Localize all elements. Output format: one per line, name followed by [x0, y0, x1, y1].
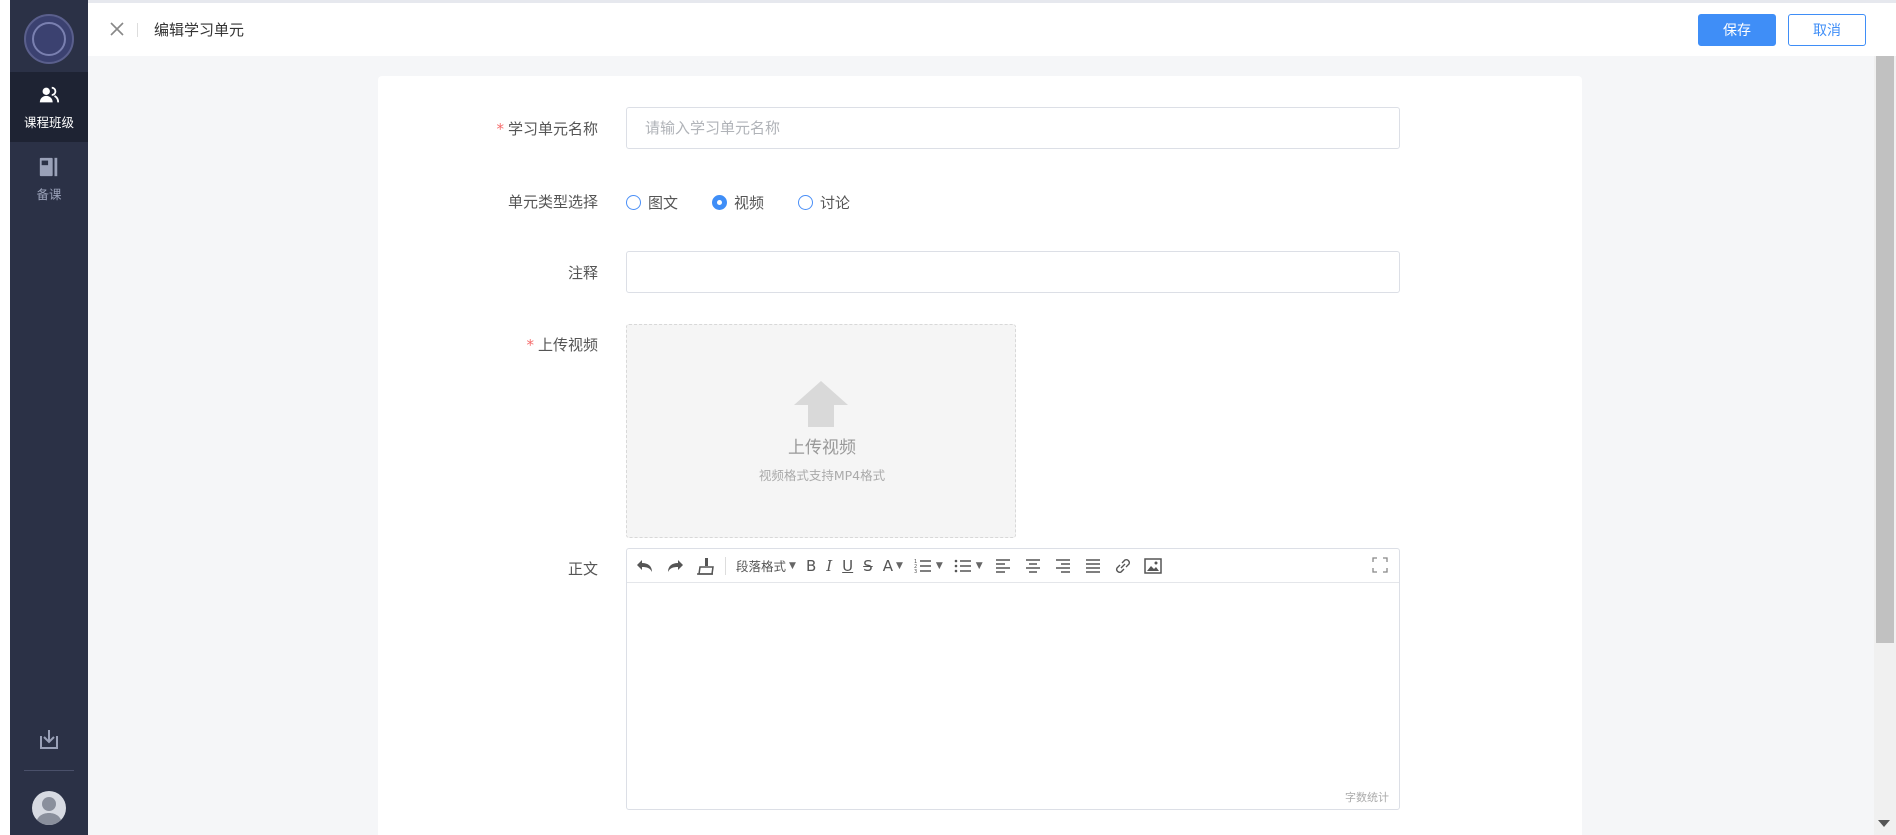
insert-link-button[interactable]	[1113, 554, 1133, 578]
upload-title: 上传视频	[788, 438, 856, 458]
upload-arrow-icon	[794, 381, 848, 427]
upload-format-hint: 视频格式支持MP4格式	[758, 468, 886, 483]
editor-content-area[interactable]	[627, 584, 1399, 809]
body-label: 正文	[567, 560, 598, 578]
word-count-label: 字数统计	[1345, 791, 1389, 804]
unordered-list-dropdown[interactable]: ▼	[953, 554, 983, 578]
align-center-icon	[1025, 558, 1040, 573]
align-center-button[interactable]	[1023, 554, 1043, 578]
unit-type-radio-group: 图文 视频 讨论	[626, 190, 884, 214]
save-button[interactable]: 保存	[1698, 14, 1776, 46]
caret-down-icon: ▼	[895, 560, 903, 571]
note-label: 注释	[567, 264, 598, 282]
radio-circle-icon	[626, 194, 641, 210]
users-icon	[39, 86, 60, 102]
align-justify-button[interactable]	[1083, 554, 1103, 578]
form-card: *学习单元名称 单元类型选择 图文 视频 讨论 注释 *上传视频 上传视频 视频…	[378, 76, 1582, 835]
sidebar-item-prepare-lessons[interactable]: 备课	[10, 144, 88, 214]
radio-circle-checked-icon	[712, 194, 728, 210]
sidebar-item-course-class[interactable]: 课程班级	[10, 72, 88, 142]
align-right-icon	[1055, 558, 1070, 573]
unit-name-label: * 学习单元名称	[496, 120, 598, 138]
sidebar: 课程班级 备课	[10, 0, 88, 835]
required-mark: *	[496, 120, 504, 138]
unit-name-input[interactable]	[626, 107, 1400, 149]
sidebar-item-label: 备课	[36, 186, 62, 202]
sidebar-divider	[24, 770, 74, 771]
book-icon	[39, 157, 58, 176]
insert-image-button[interactable]	[1143, 554, 1163, 578]
clear-format-button[interactable]	[695, 554, 715, 578]
radio-discussion[interactable]: 讨论	[798, 192, 850, 213]
fullscreen-icon[interactable]	[1371, 556, 1389, 574]
required-mark: *	[526, 336, 534, 354]
strikethrough-button[interactable]: S	[863, 554, 873, 578]
ordered-list-dropdown[interactable]: 1 2 3 ▼	[913, 554, 943, 578]
download-box-icon[interactable]	[36, 726, 62, 752]
note-input[interactable]	[626, 251, 1400, 293]
avatar[interactable]	[32, 791, 66, 825]
align-right-button[interactable]	[1053, 554, 1073, 578]
unordered-list-icon	[954, 559, 971, 572]
radio-video[interactable]: 视频	[712, 192, 764, 213]
caret-down-icon: ▼	[975, 560, 983, 571]
caret-down-icon: ▼	[789, 560, 796, 571]
radio-circle-icon	[798, 194, 814, 210]
video-upload-area[interactable]: 上传视频 视频格式支持MP4格式	[626, 324, 1016, 538]
window-edge	[0, 0, 10, 835]
user-avatar-icon	[36, 797, 62, 825]
paragraph-format-dropdown[interactable]: 段落格式 ▼	[736, 554, 796, 578]
redo-button[interactable]	[665, 554, 685, 578]
header-divider	[137, 23, 138, 37]
underline-button[interactable]: U	[842, 554, 853, 578]
svg-text:3: 3	[914, 569, 917, 575]
undo-button[interactable]	[635, 554, 655, 578]
page-title: 编辑学习单元	[154, 21, 245, 39]
top-bar: 编辑学习单元 保存 取消	[88, 0, 1896, 56]
ordered-list-icon: 123	[914, 559, 931, 575]
scroll-down-arrow-icon[interactable]	[1878, 820, 1890, 827]
scrollbar-thumb[interactable]	[1876, 56, 1894, 643]
align-justify-icon	[1085, 558, 1100, 573]
bold-button[interactable]: B	[806, 554, 816, 578]
italic-button[interactable]: I	[826, 554, 832, 578]
undo-icon	[637, 559, 652, 572]
toolbar-divider	[725, 556, 726, 575]
link-icon	[1115, 558, 1130, 573]
cancel-button[interactable]: 取消	[1788, 14, 1866, 46]
image-icon	[1143, 557, 1162, 574]
align-left-button[interactable]	[993, 554, 1013, 578]
editor-toolbar: 段落格式 ▼ B I U S A ▼ 1 2 3 ▼ ▼	[627, 549, 1399, 583]
logo-emblem-icon	[32, 22, 66, 56]
rich-text-editor: 段落格式 ▼ B I U S A ▼ 1 2 3 ▼ ▼ 字数统计	[626, 548, 1400, 810]
logo	[24, 14, 74, 64]
upload-video-label: * 上传视频	[526, 336, 598, 354]
brush-icon	[697, 557, 714, 575]
unit-type-label: 单元类型选择	[507, 193, 598, 211]
caret-down-icon: ▼	[935, 560, 943, 571]
radio-image-text[interactable]: 图文	[626, 192, 678, 213]
align-left-icon	[995, 558, 1010, 573]
sidebar-item-label: 课程班级	[23, 114, 74, 130]
close-icon[interactable]	[108, 20, 126, 38]
redo-icon	[668, 559, 683, 572]
font-color-dropdown[interactable]: A ▼	[883, 554, 903, 578]
